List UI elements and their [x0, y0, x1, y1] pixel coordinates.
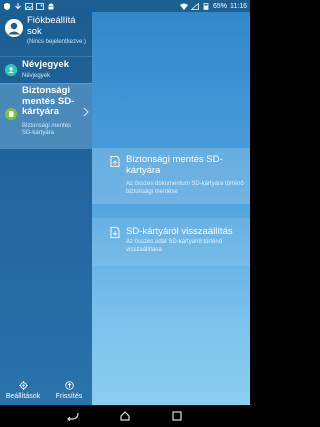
menu-item-contacts-subtitle: Névjegyek	[22, 73, 51, 79]
clock: 11:16	[230, 2, 247, 10]
back-button[interactable]	[66, 411, 80, 421]
menu-item-contacts-title: Névjegyek	[22, 59, 70, 70]
account-settings[interactable]: Fiókbeállítá sok (Nincs bejelentkezve.)	[0, 12, 92, 56]
battery-percent: 65%	[212, 2, 227, 10]
account-status: (Nincs bejelentkezve.)	[27, 39, 87, 45]
settings-label: Beállítások	[5, 392, 41, 400]
chevron-right-icon	[83, 107, 89, 117]
shield-icon	[3, 2, 11, 10]
image-icon	[25, 2, 33, 10]
back-icon	[67, 412, 79, 421]
wifi-icon	[179, 3, 188, 10]
no-sim-icon	[190, 2, 199, 10]
menu-item-sd-backup[interactable]: Biztonsági mentés SD-kártyára Biztonsági…	[0, 83, 92, 149]
download-icon	[14, 2, 22, 10]
sd-card-backup-icon	[110, 156, 120, 167]
home-button[interactable]	[118, 411, 132, 421]
restore-card-subtitle: Az összes adat SD-kártyáról történő viss…	[126, 239, 223, 253]
refresh-button[interactable]: Frissítés	[46, 375, 92, 405]
backup-card-title: Biztonsági mentés SD-kártyára	[126, 154, 223, 176]
menu-item-sd-backup-subtitle: Biztonsági mentés SD-kártyára	[22, 123, 72, 136]
navigation-drawer: Fiókbeállítá sok (Nincs bejelentkezve.) …	[0, 12, 92, 405]
menu-item-sd-backup-title: Biztonsági mentés SD-kártyára	[22, 85, 75, 117]
drawer-footer: Beállítások Frissítés	[0, 375, 92, 405]
restore-card-title: SD-kártyáról visszaállítás	[126, 226, 233, 237]
home-icon	[120, 411, 130, 421]
recents-button[interactable]	[170, 411, 184, 421]
screen: 65% 11:16 Fiókbeállítá sok (Nincs bejele…	[0, 0, 250, 427]
gear-icon	[18, 380, 28, 390]
refresh-label: Frissítés	[55, 392, 83, 400]
system-nav-bar	[0, 405, 250, 427]
contacts-icon	[5, 64, 17, 76]
image-icon-2	[36, 2, 44, 10]
backup-card-subtitle: Az összes dokumentum SD-kártyára történő…	[126, 181, 244, 195]
backup-to-sd-card[interactable]: Biztonsági mentés SD-kártyára Az összes …	[92, 148, 250, 204]
restore-from-sd-card[interactable]: SD-kártyáról visszaállítás Az összes ada…	[92, 218, 250, 266]
status-bar: 65% 11:16	[0, 0, 250, 12]
refresh-icon	[64, 380, 74, 390]
account-title: Fiókbeállítá sok	[27, 15, 76, 37]
battery-icon	[202, 2, 210, 10]
android-icon	[47, 3, 55, 10]
menu-item-contacts[interactable]: Névjegyek Névjegyek	[0, 56, 92, 83]
sd-backup-icon	[5, 108, 17, 120]
settings-button[interactable]: Beállítások	[0, 375, 46, 405]
sd-card-restore-icon	[110, 227, 120, 238]
recents-icon	[172, 411, 182, 421]
avatar-icon	[5, 19, 23, 37]
